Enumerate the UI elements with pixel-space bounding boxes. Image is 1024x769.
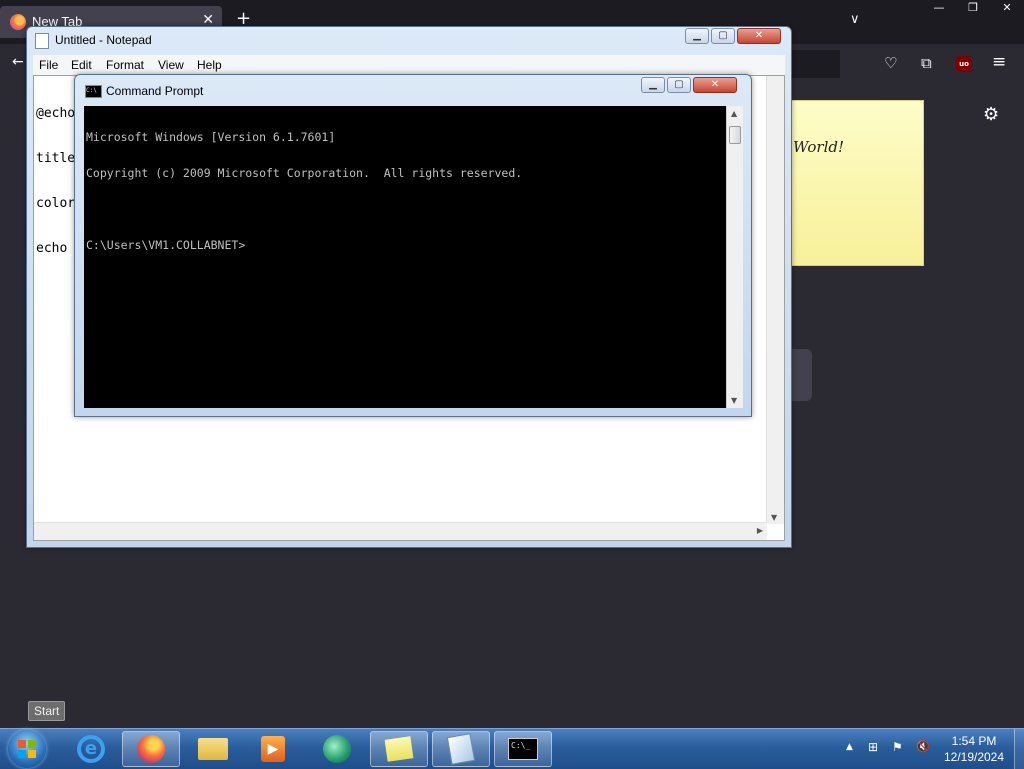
taskbar-item-internet-explorer[interactable]: e xyxy=(62,731,120,767)
cmd-output: Microsoft Windows [Version 6.1.7601] Cop… xyxy=(86,107,522,275)
media-player-icon: ▶ xyxy=(261,736,285,762)
vertical-scrollbar[interactable]: ▼ xyxy=(766,76,784,524)
maximize-button[interactable]: ▢ xyxy=(711,28,735,44)
minimize-button[interactable]: ▁ xyxy=(641,77,665,93)
menu-format[interactable]: Format xyxy=(106,58,144,72)
clock[interactable]: 1:54 PM 12/19/2024 xyxy=(940,733,1008,765)
notepad-icon xyxy=(35,33,49,49)
taskbar-item-green-app[interactable] xyxy=(308,731,366,767)
action-center-icon[interactable]: ⚑ xyxy=(892,740,903,754)
menu-edit[interactable]: Edit xyxy=(71,58,92,72)
volume-muted-icon[interactable]: 🔇 xyxy=(916,740,930,753)
taskbar-item-command-prompt[interactable]: C:\_ xyxy=(494,731,552,767)
scroll-down-icon[interactable]: ▼ xyxy=(771,513,777,522)
taskbar-item-media-player[interactable]: ▶ xyxy=(244,731,302,767)
menu-help[interactable]: Help xyxy=(197,58,222,72)
pocket-icon[interactable]: ♡ xyxy=(884,54,897,72)
cmd-window: C:\ Command Prompt ▁ ▢ ✕ Microsoft Windo… xyxy=(74,74,752,417)
notepad-taskbar-icon xyxy=(446,733,476,765)
cmd-title: Command Prompt xyxy=(106,84,204,98)
taskbar-item-windows-explorer[interactable] xyxy=(184,731,242,767)
firefox-tab-icon xyxy=(10,14,26,30)
taskbar-item-notepad[interactable] xyxy=(432,731,490,767)
sticky-note[interactable]: World! xyxy=(790,100,924,266)
show-desktop-button[interactable] xyxy=(1014,729,1024,769)
clock-date: 12/19/2024 xyxy=(943,750,1005,764)
firefox-icon xyxy=(137,735,165,763)
scroll-thumb[interactable] xyxy=(729,126,741,144)
internet-explorer-icon: e xyxy=(77,735,105,763)
taskbar-item-firefox[interactable] xyxy=(122,731,180,767)
ublock-icon[interactable]: uo xyxy=(956,56,972,72)
close-button[interactable]: ✕ xyxy=(990,0,1024,18)
taskbar: e ▶ C:\_ ▲ ⊞ ⚑ 🔇 1:54 PM 12/19/2024 xyxy=(0,728,1024,769)
cmd-scrollbar[interactable]: ▲ ▼ xyxy=(726,106,743,408)
scroll-down-icon[interactable]: ▼ xyxy=(731,396,737,405)
cmd-icon: C:\ xyxy=(85,85,102,98)
notepad-menubar: File Edit Format View Help xyxy=(33,55,785,75)
firefox-content-card xyxy=(792,349,812,401)
menu-icon[interactable]: ≡ xyxy=(992,52,1006,72)
taskbar-item-sticky-notes[interactable] xyxy=(370,731,428,767)
maximize-button[interactable]: ▢ xyxy=(667,77,691,93)
close-button[interactable]: ✕ xyxy=(693,77,737,93)
start-button[interactable] xyxy=(8,730,46,768)
notepad-title: Untitled - Notepad xyxy=(55,33,152,47)
sticky-notes-icon xyxy=(384,736,414,762)
sticky-note-text: World! xyxy=(793,138,845,156)
settings-gear-icon[interactable]: ⚙ xyxy=(983,104,999,125)
minimize-button[interactable]: ▁ xyxy=(685,28,709,44)
console-line: Copyright (c) 2009 Microsoft Corporation… xyxy=(86,166,523,180)
green-app-icon xyxy=(323,735,351,763)
url-bar[interactable] xyxy=(790,50,840,78)
extensions-icon[interactable]: ⧉ xyxy=(921,54,932,72)
menu-view[interactable]: View xyxy=(158,58,184,72)
close-button[interactable]: ✕ xyxy=(737,28,781,44)
restore-button[interactable]: ❐ xyxy=(956,0,990,18)
cmd-console[interactable]: Microsoft Windows [Version 6.1.7601] Cop… xyxy=(84,106,726,408)
minimize-button[interactable]: — xyxy=(922,0,956,18)
cmd-window-buttons: ▁ ▢ ✕ xyxy=(641,77,737,93)
back-button[interactable]: ← xyxy=(12,54,24,70)
horizontal-scrollbar[interactable]: ▶ xyxy=(34,522,767,540)
clock-time: 1:54 PM xyxy=(951,734,997,748)
notepad-window-buttons: ▁ ▢ ✕ xyxy=(685,28,781,44)
console-prompt: C:\Users\VM1.COLLABNET> xyxy=(86,238,246,252)
network-icon[interactable]: ⊞ xyxy=(868,740,878,754)
console-line: Microsoft Windows [Version 6.1.7601] xyxy=(86,130,336,144)
folder-icon xyxy=(198,738,228,760)
windows-logo-icon xyxy=(18,740,36,758)
menu-file[interactable]: File xyxy=(39,58,58,72)
scroll-right-icon[interactable]: ▶ xyxy=(757,526,763,535)
firefox-window-controls: — ❐ ✕ xyxy=(922,0,1024,18)
show-hidden-icons-button[interactable]: ▲ xyxy=(846,742,853,752)
list-all-tabs-button[interactable]: ∨ xyxy=(850,12,860,27)
command-prompt-icon: C:\_ xyxy=(508,738,538,760)
start-tooltip: Start xyxy=(28,701,66,721)
scroll-up-icon[interactable]: ▲ xyxy=(731,109,737,118)
